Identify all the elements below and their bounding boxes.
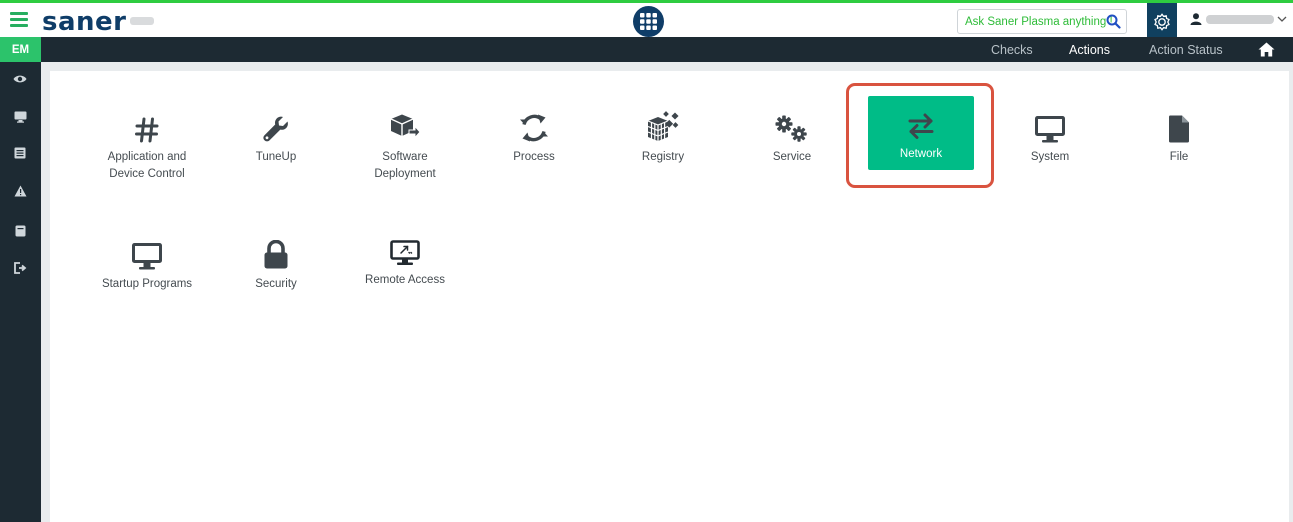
- action-tile-label: Application and Device Control: [107, 151, 187, 180]
- action-tile-label: Process: [513, 151, 555, 163]
- warning-icon: [14, 185, 26, 197]
- sidebar-item-view[interactable]: [12, 71, 28, 87]
- search-icon: [1106, 14, 1121, 29]
- home-icon[interactable]: [1258, 42, 1275, 57]
- action-tile-label: Remote Access: [365, 274, 445, 286]
- action-tile-service[interactable]: Service: [736, 109, 848, 166]
- sidebar-item-reports[interactable]: [12, 145, 28, 161]
- action-tile-label: Service: [772, 151, 812, 163]
- eye-icon: [13, 75, 27, 83]
- action-tile-registry[interactable]: Registry: [607, 109, 719, 166]
- em-badge[interactable]: EM: [0, 37, 41, 62]
- username-blurred: [1206, 14, 1274, 24]
- actions-navbar: Checks Actions Action Status: [41, 37, 1293, 62]
- actions-panel: Application and Device Control TuneUp So…: [50, 71, 1289, 522]
- action-tile-label: System: [1030, 151, 1070, 163]
- chevron-down-icon: [1277, 16, 1287, 22]
- wrench-icon: [263, 116, 288, 142]
- action-tile-label: Security: [255, 278, 297, 290]
- action-tile-label: TuneUp: [255, 151, 297, 163]
- list-icon: [14, 147, 26, 159]
- user-icon: [1190, 13, 1202, 25]
- action-tile-startup-programs[interactable]: Startup Programs: [91, 236, 203, 293]
- action-tile-application-device-control[interactable]: Application and Device Control: [91, 109, 203, 183]
- sidebar-item-docs[interactable]: [12, 223, 28, 239]
- network-highlight-box: [846, 83, 994, 188]
- monitor-icon: [14, 111, 26, 123]
- hamburger-menu-icon[interactable]: [10, 12, 28, 28]
- brand-logo: saner: [42, 7, 127, 37]
- file-icon: [1169, 115, 1189, 143]
- app-launcher-button[interactable]: [633, 6, 664, 37]
- package-icon: [390, 114, 421, 139]
- brand-subtitle-blurred: [130, 17, 154, 25]
- action-tile-tuneup[interactable]: TuneUp: [220, 109, 332, 166]
- sidebar-item-devices[interactable]: [12, 109, 28, 125]
- ask-label: Ask Saner Plasma anything !: [965, 15, 1113, 28]
- action-tile-software-deployment[interactable]: Software Deployment: [349, 109, 461, 183]
- action-tile-process[interactable]: Process: [478, 109, 590, 166]
- action-tile-file[interactable]: File: [1123, 109, 1235, 166]
- sidebar-item-alerts[interactable]: [12, 183, 28, 199]
- action-tile-label: Startup Programs: [101, 278, 193, 290]
- book-icon: [15, 225, 25, 237]
- nav-actions[interactable]: Actions: [1069, 43, 1110, 57]
- nav-action-status[interactable]: Action Status: [1149, 43, 1223, 57]
- signout-icon: [13, 262, 26, 274]
- monitor-icon: [1035, 116, 1065, 143]
- gear-icon: [1154, 12, 1170, 31]
- user-menu[interactable]: [1190, 13, 1288, 25]
- action-tile-label: File: [1169, 151, 1189, 163]
- lock-icon: [264, 240, 288, 269]
- hash-icon: [135, 117, 159, 143]
- action-tile-security[interactable]: Security: [220, 236, 332, 293]
- remote-screen-icon: [390, 240, 420, 265]
- registry-icon: [647, 111, 679, 141]
- refresh-icon: [520, 114, 548, 142]
- sidebar-item-logout[interactable]: [12, 260, 28, 276]
- gears-icon: [775, 115, 807, 142]
- monitor-icon: [132, 243, 162, 270]
- action-tile-system[interactable]: System: [994, 109, 1106, 166]
- grid-icon: [640, 13, 657, 30]
- top-bar: saner Ask Saner Plasma anything !: [0, 0, 1293, 40]
- action-tile-label: Software Deployment: [374, 151, 436, 180]
- ask-saner-plasma-button[interactable]: Ask Saner Plasma anything !: [957, 9, 1127, 34]
- action-tile-remote-access[interactable]: Remote Access: [349, 236, 461, 289]
- sidebar: EM: [0, 37, 41, 522]
- nav-checks[interactable]: Checks: [991, 43, 1033, 57]
- action-tile-label: Registry: [641, 151, 685, 163]
- settings-button[interactable]: [1147, 3, 1177, 40]
